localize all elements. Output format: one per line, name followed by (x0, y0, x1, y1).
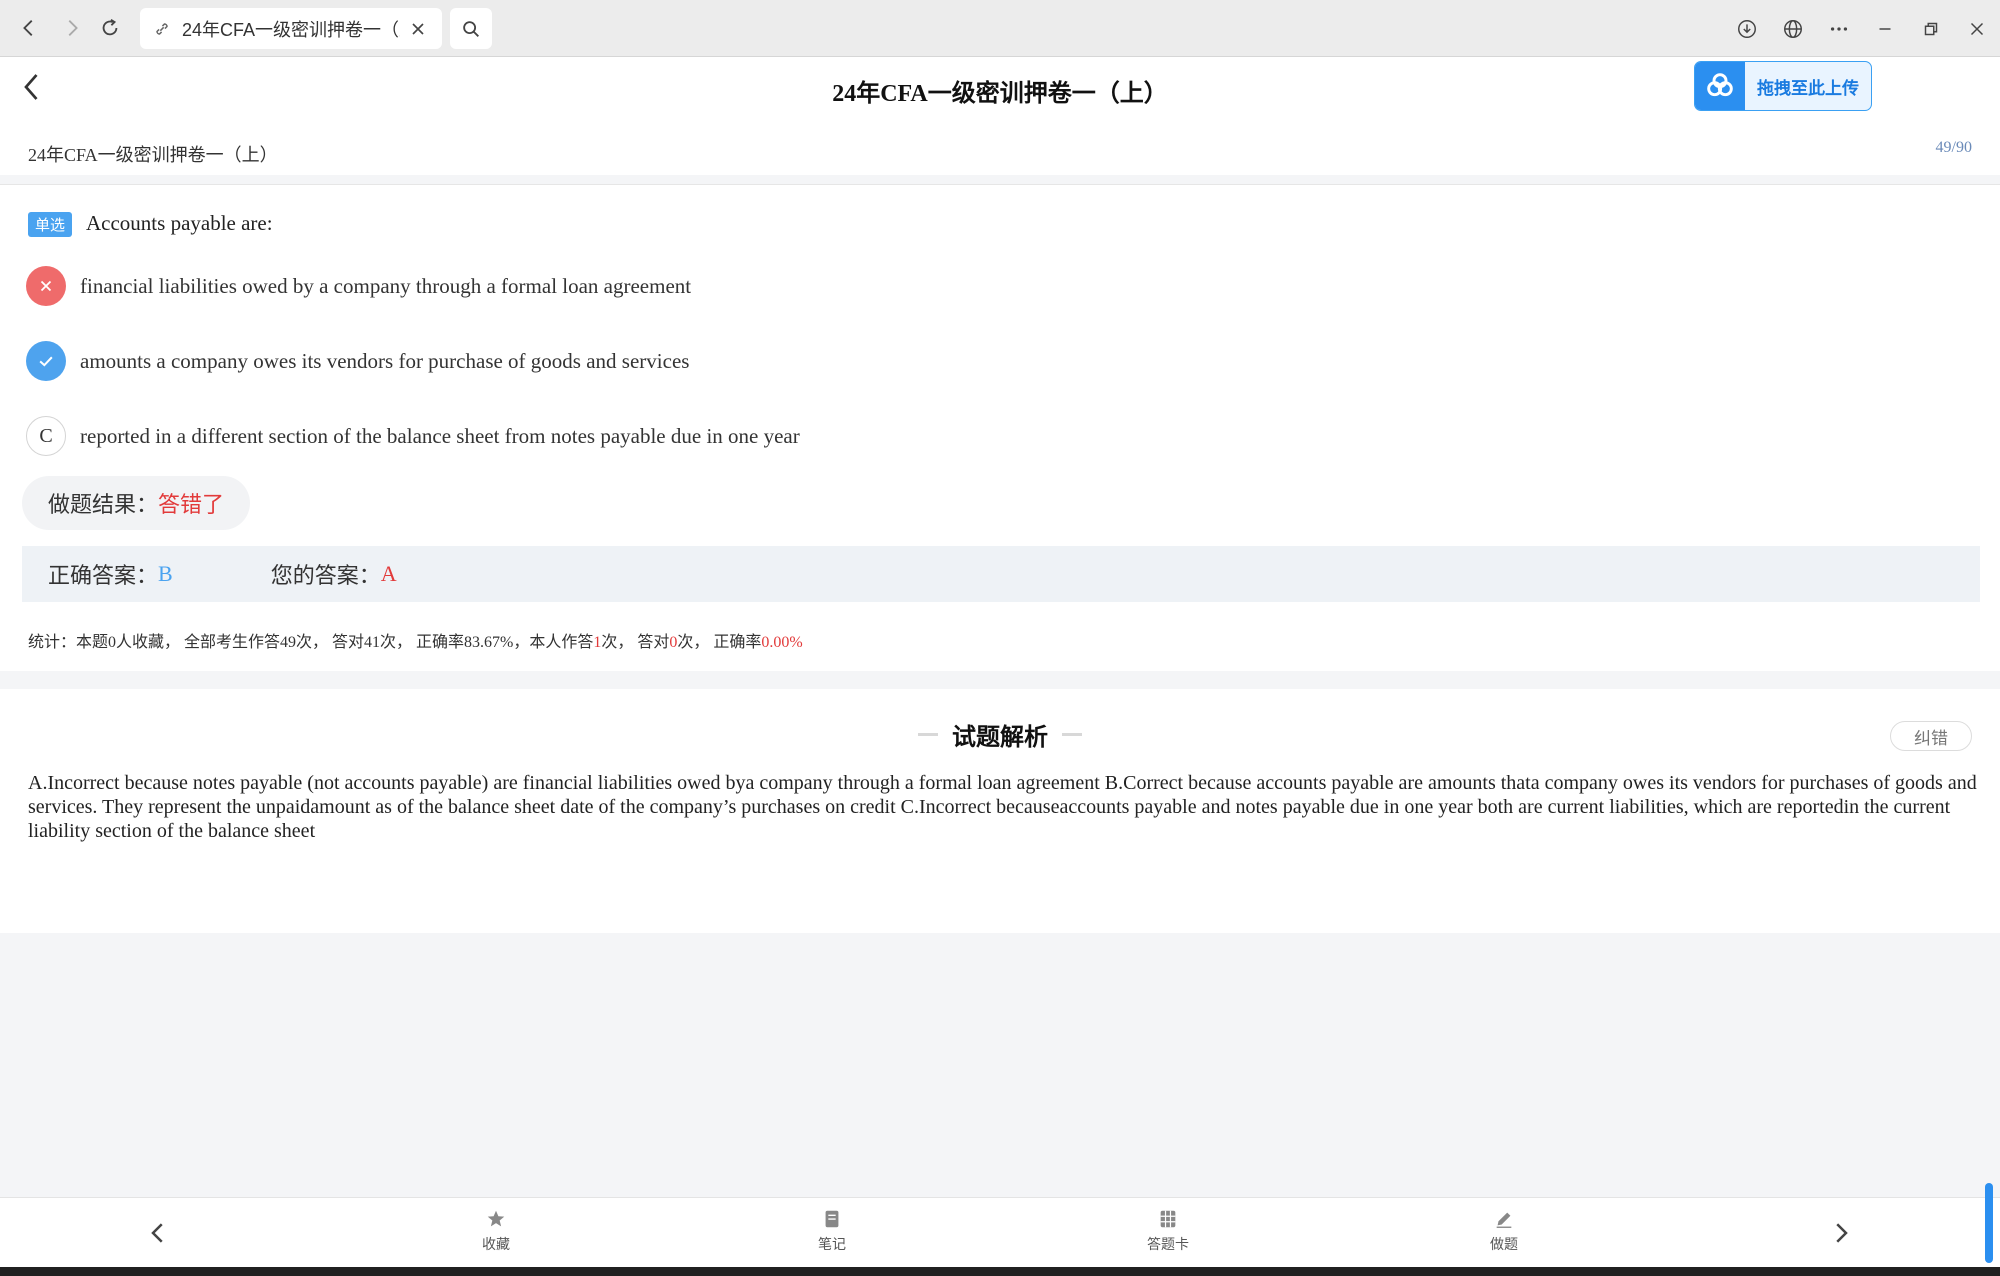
result-pill: 做题结果： 答错了 (22, 476, 250, 530)
nav-label: 笔记 (818, 1236, 846, 1252)
restore-button[interactable] (1914, 12, 1948, 46)
search-icon (463, 20, 479, 37)
download-icon (1738, 20, 1756, 38)
cloud-upload-icon (1695, 62, 1745, 110)
question-card: 单选 Accounts payable are: financial liabi… (0, 185, 2000, 671)
analysis-body: A.Incorrect because notes payable (not a… (28, 772, 1977, 842)
answer-card-icon (1160, 1210, 1176, 1228)
your-answer-value: A (380, 561, 397, 586)
stats-text: 次， 答对 (601, 634, 670, 651)
correct-answer-label: 正确答案： (48, 563, 159, 588)
question-progress: 49/90 (1935, 139, 1972, 156)
window-close-button[interactable] (1960, 12, 1994, 46)
report-error-button[interactable]: 纠错 (1890, 721, 1972, 751)
nav-label: 答题卡 (1147, 1236, 1189, 1252)
result-label: 做题结果： (48, 492, 159, 517)
minimize-icon (1879, 28, 1891, 30)
browser-back-button[interactable] (11, 10, 47, 46)
scrollbar-thumb[interactable] (1985, 1183, 1993, 1263)
option-letter: C (26, 416, 66, 456)
back-icon (23, 20, 33, 36)
prev-question-icon[interactable] (143, 1218, 173, 1248)
exam-subtitle: 24年CFA一级密训押卷一（上） (28, 145, 278, 165)
browser-search-button[interactable] (450, 8, 492, 49)
taskbar-strip (0, 1267, 2000, 1276)
analysis-section: 试题解析 纠错 A.Incorrect because notes payabl… (0, 689, 2000, 933)
option-text: financial liabilities owed by a company … (80, 273, 692, 298)
translate-button[interactable] (1776, 12, 1810, 46)
stats-text: 次， 正确率 (677, 634, 762, 651)
forward-icon (68, 20, 78, 36)
nav-label: 做题 (1490, 1236, 1518, 1252)
heading-dash (1062, 733, 1082, 736)
question-type-badge: 单选 (28, 212, 72, 237)
nav-label: 收藏 (482, 1236, 510, 1252)
correct-answer-value: B (158, 561, 173, 586)
app-header: 24年CFA一级密训押卷一（上） 拖拽至此上传 24年CFA一级密训押卷一（上）… (0, 57, 2000, 175)
reload-icon (102, 18, 118, 36)
notes-button[interactable]: 笔记 (792, 1208, 872, 1254)
analysis-title: 试题解析 (952, 724, 1048, 751)
upload-button[interactable]: 拖拽至此上传 (1694, 61, 1872, 111)
check-mark-icon (26, 341, 66, 381)
star-icon (487, 1210, 505, 1227)
option-text: amounts a company owes its vendors for p… (80, 348, 690, 373)
upload-label: 拖拽至此上传 (1757, 78, 1859, 98)
browser-tab[interactable]: 24年CFA一级密训押卷一（上） (140, 8, 442, 49)
window-close-icon (1970, 22, 1984, 36)
note-icon (825, 1210, 839, 1228)
more-button[interactable] (1822, 12, 1856, 46)
bottom-nav: 收藏 笔记 答题卡 做题 (0, 1197, 2000, 1267)
tab-title: 24年CFA一级密训押卷一（上） (182, 19, 400, 40)
option-c[interactable]: C reported in a different section of the… (26, 415, 800, 457)
answer-row: 正确答案： B 您的答案： A (22, 546, 1980, 602)
option-b[interactable]: amounts a company owes its vendors for p… (26, 340, 689, 382)
practice-button[interactable]: 做题 (1464, 1208, 1544, 1254)
your-answer-label: 您的答案： (270, 563, 381, 588)
minimize-button[interactable] (1868, 12, 1902, 46)
wrong-mark-icon (26, 266, 66, 306)
restore-icon (1924, 22, 1938, 36)
browser-toolbar: 24年CFA一级密训押卷一（上） (0, 0, 2000, 57)
globe-icon (1784, 20, 1802, 38)
close-icon[interactable] (408, 19, 428, 39)
next-question-icon[interactable] (1826, 1218, 1856, 1248)
answer-card-button[interactable]: 答题卡 (1128, 1208, 1208, 1254)
heading-dash (918, 733, 938, 736)
link-icon (156, 22, 168, 35)
question-text: Accounts payable are: (86, 211, 273, 235)
browser-reload-button[interactable] (92, 10, 128, 46)
option-a[interactable]: financial liabilities owed by a company … (26, 265, 691, 307)
stats-self-rate: 0.00% (761, 634, 803, 651)
result-value: 答错了 (158, 492, 225, 517)
more-icon (1830, 27, 1848, 31)
analysis-heading: 试题解析 (0, 717, 2000, 752)
browser-forward-button[interactable] (54, 10, 90, 46)
pencil-icon (1496, 1212, 1512, 1228)
favorite-button[interactable]: 收藏 (456, 1208, 536, 1254)
question-stats: 统计：本题0人收藏， 全部考生作答49次， 答对41次， 正确率83.67%，本… (28, 628, 803, 652)
stats-prefix: 统计：本题0人收藏， 全部考生作答49次， 答对41次， 正确率83.67%，本… (28, 634, 594, 651)
download-button[interactable] (1730, 12, 1764, 46)
option-text: reported in a different section of the b… (80, 423, 800, 448)
